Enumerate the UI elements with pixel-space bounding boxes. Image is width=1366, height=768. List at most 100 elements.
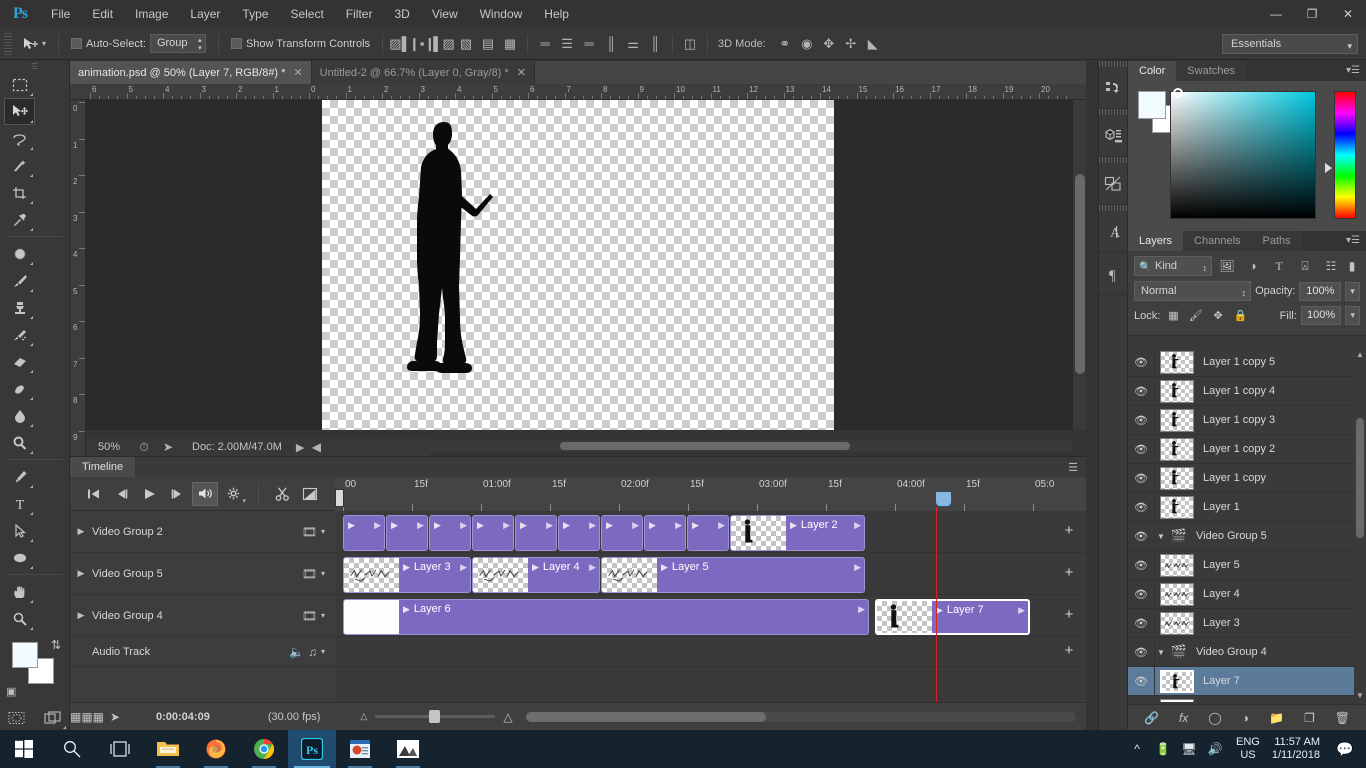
canvas-area[interactable] bbox=[86, 100, 1086, 430]
blur-tool[interactable] bbox=[4, 402, 35, 429]
properties-3d-icon[interactable] bbox=[1099, 115, 1127, 157]
canvas-horizontal-scrollbar[interactable] bbox=[430, 440, 1072, 452]
layer-thumbnail[interactable] bbox=[1160, 495, 1194, 519]
delete-layer-icon[interactable]: 🗑 bbox=[1335, 711, 1350, 725]
layer-thumbnail[interactable] bbox=[1160, 553, 1194, 577]
timeline-clip[interactable]: ▶ Layer 3 ▶ bbox=[343, 557, 471, 593]
layer-thumbnail[interactable] bbox=[1160, 350, 1194, 374]
file-explorer-icon[interactable] bbox=[144, 730, 192, 768]
clip-end-icon[interactable]: ▶ bbox=[460, 562, 467, 573]
clip-expand-icon[interactable]: ▶ bbox=[692, 520, 699, 531]
layer-visibility-icon[interactable]: 👁 bbox=[1128, 559, 1154, 572]
filmstrip-icon[interactable]: 🎞 bbox=[302, 609, 317, 623]
close-button[interactable]: ✕ bbox=[1330, 0, 1366, 28]
distribute-left-edges-icon[interactable]: ║ bbox=[600, 33, 622, 55]
gradient-tool[interactable] bbox=[4, 375, 35, 402]
menu-view[interactable]: View bbox=[421, 0, 469, 28]
tab-color[interactable]: Color bbox=[1128, 61, 1177, 81]
scrollbar-thumb[interactable] bbox=[1075, 174, 1085, 374]
go-to-first-frame-button[interactable] bbox=[80, 482, 106, 506]
foreground-color-swatch[interactable] bbox=[1138, 91, 1166, 119]
clip-expand-icon[interactable]: ▶ bbox=[403, 562, 410, 573]
layer-list[interactable]: 👁 Layer 1 copy 5 👁 Layer 1 copy 4 👁 Layer 1 c… bbox=[1128, 348, 1366, 702]
horizontal-ruler[interactable]: 6 5 4 3 2 1 0 1 2 3 4 5 6 7 8 9 10 11 12 13 14 15 16 17 18 19 20 bbox=[70, 84, 1086, 100]
timeline-clip[interactable]: ▶ ▶ bbox=[601, 515, 643, 551]
layer-visibility-icon[interactable]: 👁 bbox=[1128, 617, 1154, 630]
minimize-button[interactable]: — bbox=[1258, 0, 1294, 28]
current-tool-icon[interactable]: ▾ bbox=[16, 32, 52, 56]
tools-grip[interactable]: ☰ bbox=[0, 61, 69, 71]
expand-triangle-icon[interactable]: ▶ bbox=[70, 526, 92, 537]
track-header-video-group-4[interactable]: ▶ Video Group 4 🎞 ▾ bbox=[70, 595, 335, 637]
new-layer-icon[interactable]: ❐ bbox=[1304, 711, 1315, 725]
clone-stamp-tool[interactable] bbox=[4, 294, 35, 321]
paragraph-icon[interactable]: ¶ bbox=[1099, 253, 1127, 295]
timeline-clip[interactable]: ▶ ▶ bbox=[343, 515, 385, 551]
path-selection-tool[interactable] bbox=[4, 517, 35, 544]
clock[interactable]: 11:57 AM 1/11/2018 bbox=[1268, 736, 1330, 762]
slider-knob[interactable] bbox=[429, 710, 441, 723]
clip-end-icon[interactable]: ▶ bbox=[589, 562, 596, 573]
distribute-vertical-centers-icon[interactable]: ☰ bbox=[556, 33, 578, 55]
photos-icon[interactable] bbox=[384, 730, 432, 768]
magic-wand-tool[interactable] bbox=[4, 152, 35, 179]
lock-all-icon[interactable]: 🔒 bbox=[1231, 307, 1249, 325]
menu-edit[interactable]: Edit bbox=[81, 0, 124, 28]
layer-visibility-icon[interactable]: 👁 bbox=[1128, 356, 1154, 369]
auto-select-dropdown[interactable]: Group bbox=[149, 34, 206, 53]
tab-swatches[interactable]: Swatches bbox=[1176, 61, 1246, 81]
adjustment-layer-icon[interactable]: ◑ bbox=[1242, 711, 1249, 725]
clip-expand-icon[interactable]: ▶ bbox=[434, 520, 441, 531]
layer-visibility-icon[interactable]: 👁 bbox=[1128, 530, 1154, 543]
clip-expand-icon[interactable]: ▶ bbox=[661, 562, 668, 573]
clip-end-icon[interactable]: ▶ bbox=[460, 520, 467, 531]
clip-expand-icon[interactable]: ▶ bbox=[348, 520, 355, 531]
zoom-out-icon[interactable]: △ bbox=[360, 711, 367, 722]
clip-expand-icon[interactable]: ▶ bbox=[936, 605, 943, 616]
color-panel-menu-icon[interactable]: ▾☰ bbox=[1346, 65, 1360, 76]
pen-tool[interactable] bbox=[4, 463, 35, 490]
clip-end-icon[interactable]: ▶ bbox=[374, 520, 381, 531]
layer-row[interactable]: 👁 Layer 1 copy 2 bbox=[1128, 435, 1366, 464]
scroll-up-icon[interactable]: ▲ bbox=[1356, 350, 1364, 359]
add-audio-button[interactable]: + bbox=[1060, 641, 1078, 659]
chevron-down-icon[interactable]: ▾ bbox=[321, 527, 325, 536]
lock-transparency-icon[interactable]: ▦ bbox=[1164, 307, 1182, 325]
distribute-right-edges-icon[interactable]: ║ bbox=[644, 33, 666, 55]
close-icon[interactable]: ✕ bbox=[517, 66, 526, 79]
shape-filter-icon[interactable]: ⍓ bbox=[1294, 256, 1316, 276]
expand-triangle-icon[interactable]: ▶ bbox=[70, 568, 92, 579]
timeline-clip[interactable]: ▶ Layer 7 ▶ bbox=[875, 599, 1030, 635]
layer-thumbnail[interactable] bbox=[1160, 466, 1194, 490]
eyedropper-tool[interactable] bbox=[4, 206, 35, 233]
adjustments-icon[interactable] bbox=[1099, 163, 1127, 205]
layer-row[interactable]: 👁 Layer 1 copy 3 bbox=[1128, 406, 1366, 435]
layer-visibility-icon[interactable]: 👁 bbox=[1128, 414, 1154, 427]
blend-mode-dropdown[interactable]: Normal bbox=[1134, 281, 1252, 302]
render-video-icon[interactable]: ➤ bbox=[100, 710, 130, 724]
opacity-value[interactable]: 100% bbox=[1299, 281, 1342, 301]
layer-row[interactable]: 👁 Layer 5 bbox=[1128, 551, 1366, 580]
clip-end-icon[interactable]: ▶ bbox=[589, 520, 596, 531]
timeline-settings-gear-icon[interactable]: ▾ bbox=[220, 482, 246, 506]
clip-expand-icon[interactable]: ▶ bbox=[563, 520, 570, 531]
track-header-audio-track[interactable]: Audio Track 🔈 ♫ ▾ bbox=[70, 637, 335, 667]
clip-end-icon[interactable]: ▶ bbox=[854, 562, 861, 573]
clock-icon[interactable]: ⏱ bbox=[132, 440, 156, 455]
3d-zoom-icon[interactable]: ◣ bbox=[862, 33, 884, 55]
previous-frame-button[interactable] bbox=[108, 482, 134, 506]
link-icon[interactable]: 🔗 bbox=[1144, 711, 1159, 725]
layer-row[interactable]: 👁 Layer 1 copy 4 bbox=[1128, 377, 1366, 406]
eraser-tool[interactable] bbox=[4, 348, 35, 375]
status-expand-icon[interactable]: ▶ bbox=[296, 441, 304, 454]
timeline-clip[interactable]: ▶ ▶ bbox=[687, 515, 729, 551]
lasso-tool[interactable] bbox=[4, 125, 35, 152]
spot-healing-brush-tool[interactable] bbox=[4, 240, 35, 267]
menu-window[interactable]: Window bbox=[469, 0, 534, 28]
search-icon[interactable] bbox=[48, 730, 96, 768]
crop-tool[interactable] bbox=[4, 179, 35, 206]
layer-row[interactable]: 👁 Layer 4 bbox=[1128, 580, 1366, 609]
canvas-document[interactable] bbox=[322, 100, 834, 430]
expand-triangle-icon[interactable]: ▶ bbox=[70, 610, 92, 621]
brush-tool[interactable] bbox=[4, 267, 35, 294]
